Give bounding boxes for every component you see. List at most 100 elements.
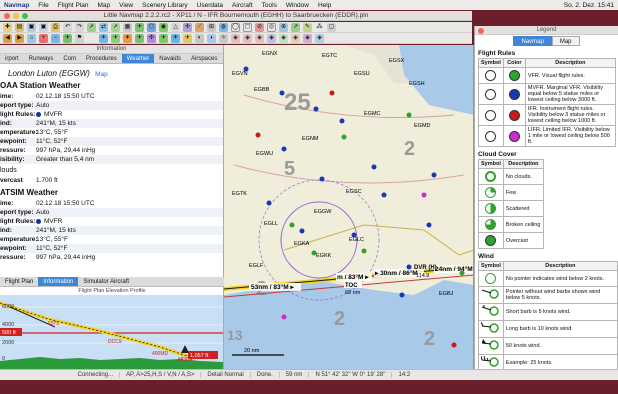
menu-userdata[interactable]: Userdata <box>197 2 223 9</box>
flight-rules-icon[interactable]: ↗ <box>291 22 300 32</box>
vor-filter-icon[interactable]: ✈ <box>99 33 108 43</box>
main-toolbar: ✚ ▤ ▣ ▣ ⎙ ↶ ↷ ➚ ⇄ ➚ ▦ ✈ ⬡ ◉ △ ✣ ⟋ ⊞ ◍ ◯ … <box>0 22 472 33</box>
tab-airport[interactable]: irport <box>0 54 24 63</box>
route-tools-icon[interactable]: ✎ <box>303 22 312 32</box>
open-folder-icon[interactable]: ▤ <box>15 22 24 32</box>
mark-icon[interactable]: ⚑ <box>75 33 84 43</box>
aircraft-trail-icon[interactable]: ⁂ <box>315 22 324 32</box>
airspace-all-icon[interactable]: ⊕ <box>279 22 288 32</box>
airway-icon[interactable]: ⟋ <box>195 22 204 32</box>
table-row: 50 knots wind. <box>478 337 618 355</box>
selection-icon[interactable]: ◻ <box>243 22 252 32</box>
no-clouds-icon <box>485 171 497 182</box>
menu-clock[interactable]: So. 2. Dez. 15:41 <box>564 2 614 9</box>
menu-map[interactable]: Map <box>98 2 111 9</box>
minimize-window-button[interactable] <box>13 13 19 19</box>
save-as-icon[interactable]: ▣ <box>39 22 48 32</box>
table-row: IFR. Instrument flight rules. Visibility… <box>478 104 616 126</box>
cloud-cover-title: Cloud Cover <box>478 151 517 158</box>
menu-tools[interactable]: Tools <box>262 2 277 9</box>
map-view[interactable]: 25 2 2 2 5 2 13 53nm / 83°M ▸ m / 83°M ▸… <box>224 45 474 369</box>
y-label-0: 0 <box>2 356 5 362</box>
xplane-section-title: ATSIM Weather <box>0 188 58 197</box>
reverse-route-icon[interactable]: ⇄ <box>99 22 108 32</box>
airspace-filter-d-icon[interactable]: ◈ <box>267 33 276 43</box>
airspace-filter-h-icon[interactable]: ◈ <box>315 33 324 43</box>
tab-map[interactable]: Map <box>551 36 580 46</box>
save-icon[interactable]: ▣ <box>27 22 36 32</box>
tab-navaids[interactable]: Navaids <box>154 54 186 63</box>
waypoint-icon[interactable]: △ <box>171 22 180 32</box>
menu-file[interactable]: File <box>38 2 48 9</box>
home-icon[interactable]: ⌂ <box>27 33 36 43</box>
table-row: ime: 02.12.18 15:50 UTC <box>0 200 95 207</box>
window-icon[interactable]: ▢ <box>327 22 336 32</box>
airspace-class-icon[interactable]: ◎ <box>267 22 276 32</box>
menu-help[interactable]: Help <box>318 2 331 9</box>
table-row: ind: 241°M, 15 kts <box>0 119 223 128</box>
menu-view[interactable]: View <box>119 2 133 9</box>
app-menu[interactable]: Navmap <box>4 2 29 9</box>
airport-icon[interactable]: ✈ <box>135 22 144 32</box>
tab-procedures[interactable]: Procedures <box>81 54 122 63</box>
ndb-icon[interactable]: ◉ <box>159 22 168 32</box>
svg-text:EGMC: EGMC <box>364 111 381 117</box>
menu-aircraft[interactable]: Aircraft <box>232 2 253 9</box>
tab-information[interactable]: Information <box>38 277 79 286</box>
tab-com[interactable]: Com <box>58 54 81 63</box>
waypoint-filter-icon[interactable]: ✦ <box>123 33 132 43</box>
tab-runways[interactable]: Runways <box>24 54 59 63</box>
forward-icon[interactable]: ▶ <box>15 33 24 43</box>
zoom-out-icon[interactable]: − <box>51 33 60 43</box>
map-canvas[interactable]: 25 2 2 2 5 2 13 53nm / 83°M ▸ m / 83°M ▸… <box>224 45 474 369</box>
tab-airspaces[interactable]: Airspaces <box>186 54 222 63</box>
menu-scenery-library[interactable]: Scenery Library <box>142 2 188 9</box>
ils-icon[interactable]: ✣ <box>183 22 192 32</box>
svg-text:EGSX: EGSX <box>389 58 405 64</box>
airspace-filter-f-icon[interactable]: ◈ <box>291 33 300 43</box>
menu-flight-plan[interactable]: Flight Plan <box>58 2 89 9</box>
airspace-filter-c-icon[interactable]: ◈ <box>255 33 264 43</box>
distance-icon[interactable]: ◗ <box>207 33 216 43</box>
close-window-button[interactable] <box>4 13 10 19</box>
table-row: emperature: 13°C, 55°F <box>0 129 68 136</box>
airspace-filter-g-icon[interactable]: ◈ <box>303 33 312 43</box>
highway-icon[interactable]: ✈ <box>183 33 192 43</box>
tab-simulator-aircraft[interactable]: Simulator Aircraft <box>78 277 134 286</box>
calc-route-icon[interactable]: ➚ <box>87 22 96 32</box>
route-direct-icon[interactable]: ➚ <box>111 22 120 32</box>
user-filter-icon[interactable]: ✈ <box>159 33 168 43</box>
ils-filter-icon[interactable]: ✣ <box>147 33 156 43</box>
track-icon[interactable]: ◐ <box>195 33 204 43</box>
globe-icon[interactable]: ◍ <box>219 22 228 32</box>
ndb-filter-icon[interactable]: ✈ <box>111 33 120 43</box>
airspace-filter-a-icon[interactable]: ◈ <box>231 33 240 43</box>
back-icon[interactable]: ◀ <box>3 33 12 43</box>
redo-icon[interactable]: ↷ <box>75 22 84 32</box>
center-aircraft-icon[interactable]: ✈ <box>63 33 72 43</box>
map-link[interactable]: Map <box>95 71 108 78</box>
tab-navmap[interactable]: Navmap <box>513 36 552 46</box>
airspace-filter-e-icon[interactable]: ◈ <box>279 33 288 43</box>
grid-icon[interactable]: ⊞ <box>207 22 216 32</box>
legend-close-button[interactable] <box>478 28 484 34</box>
tab-flight-plan[interactable]: Flight Plan <box>0 277 38 286</box>
elevation-profile[interactable]: Flight Plan Elevation Profile 6000 4000 … <box>0 287 224 369</box>
compass-rose-icon[interactable]: ✧ <box>219 33 228 43</box>
airport-filter-icon[interactable]: ✈ <box>135 33 144 43</box>
airspace-restricted-icon[interactable]: ⊘ <box>255 22 264 32</box>
zoom-window-button[interactable] <box>22 13 28 19</box>
svg-text:EGSH: EGSH <box>409 81 425 87</box>
tab-weather[interactable]: Weather <box>121 54 155 63</box>
airspace-filter-b-icon[interactable]: ◈ <box>243 33 252 43</box>
vor-icon[interactable]: ⬡ <box>147 22 156 32</box>
map-legend-icon[interactable]: ▦ <box>123 22 132 32</box>
print-icon[interactable]: ⎙ <box>51 22 60 32</box>
online-filter-icon[interactable]: ✈ <box>171 33 180 43</box>
status-bar: Connecting... AP, A>25,H,S / V,N / A,S> … <box>0 369 618 380</box>
new-flightplan-icon[interactable]: ✚ <box>3 22 12 32</box>
zoom-in-icon[interactable]: + <box>39 33 48 43</box>
menu-window[interactable]: Window <box>286 2 309 9</box>
undo-icon[interactable]: ↶ <box>63 22 72 32</box>
zoom-fit-icon[interactable]: ◯ <box>231 22 240 32</box>
